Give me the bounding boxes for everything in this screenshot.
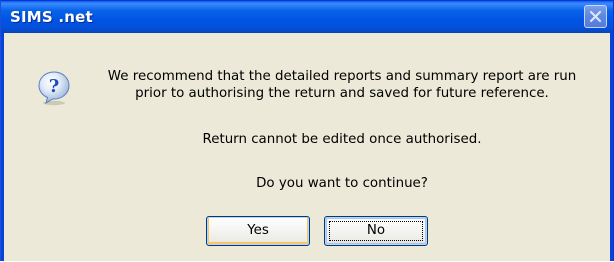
message-line-2: prior to authorising the return and save… — [135, 86, 549, 101]
yes-button[interactable]: Yes — [206, 216, 310, 246]
message-line-4: Do you want to continue? — [256, 176, 428, 191]
confirmation-dialog: SIMS .net ? We recommend that the detail… — [0, 0, 614, 261]
close-button[interactable] — [584, 5, 607, 28]
no-button-label: No — [366, 223, 386, 238]
close-icon — [589, 10, 602, 23]
title-bar[interactable]: SIMS .net — [1, 1, 613, 33]
message-line-1: We recommend that the detailed reports a… — [107, 69, 577, 84]
svg-text:?: ? — [49, 76, 60, 97]
no-button[interactable]: No — [324, 216, 428, 246]
message-line-3: Return cannot be edited once authorised. — [202, 132, 482, 147]
window-title: SIMS .net — [10, 8, 93, 26]
question-icon: ? — [38, 71, 70, 106]
dialog-body: ? We recommend that the detailed reports… — [4, 33, 610, 261]
